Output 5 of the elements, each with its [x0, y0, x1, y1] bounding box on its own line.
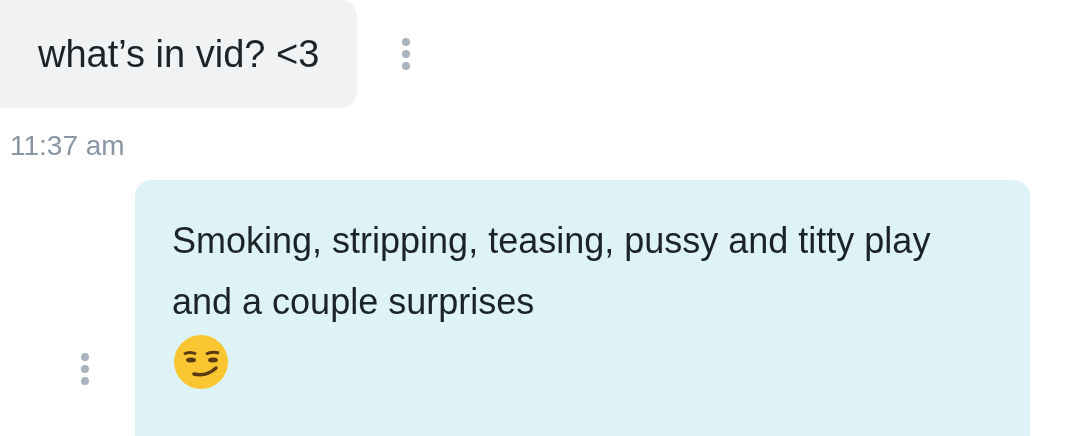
message-text: Smoking, stripping, teasing, pussy and titty play and a couple surprises [172, 219, 932, 324]
message-time: 11:37 am [9, 130, 126, 162]
more-options-icon[interactable] [401, 37, 412, 71]
more-options-icon[interactable] [80, 352, 90, 386]
message-bubble: what’s in vid? <3 [0, 0, 358, 108]
